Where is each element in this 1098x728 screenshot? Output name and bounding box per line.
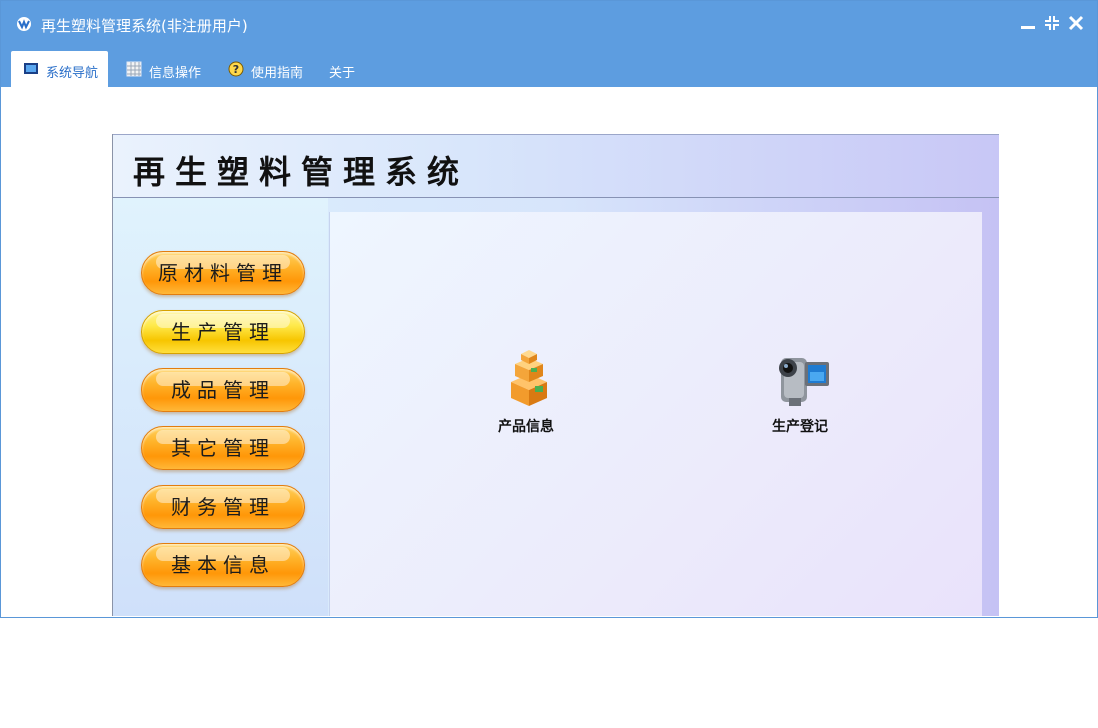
- tab-label: 系统导航: [46, 66, 99, 81]
- tab-info-operation[interactable]: 信息操作: [114, 51, 214, 87]
- content-area: 再生塑料管理系统 原材料管理 生产管理 成品管理 其它管理 财务管理 基本信息 …: [1, 87, 1097, 617]
- launcher-label: 生产登记: [772, 419, 828, 435]
- grid-icon: [126, 61, 142, 77]
- restore-icon[interactable]: [1043, 13, 1061, 33]
- menu-bar: 系统导航 信息操作 ? 使用指南 关于: [1, 45, 1097, 87]
- sidebar-item-label: 成品管理: [171, 378, 275, 402]
- workspace: 产品信息 生产登记: [329, 212, 982, 616]
- sidebar: 原材料管理 生产管理 成品管理 其它管理 财务管理 基本信息: [113, 198, 328, 616]
- sidebar-item-raw-materials[interactable]: 原材料管理: [141, 251, 305, 295]
- navigation-panel: 再生塑料管理系统 原材料管理 生产管理 成品管理 其它管理 财务管理 基本信息 …: [112, 134, 999, 616]
- sidebar-item-finance[interactable]: 财务管理: [141, 485, 305, 529]
- boxes-icon: [511, 350, 547, 406]
- sidebar-item-other[interactable]: 其它管理: [141, 426, 305, 470]
- title-bar[interactable]: 再生塑料管理系统(非注册用户): [1, 1, 1097, 45]
- monitor-icon: [24, 63, 38, 74]
- minimize-icon[interactable]: [1019, 13, 1037, 33]
- app-logo-icon: [17, 17, 31, 31]
- tab-label: 使用指南: [251, 66, 304, 81]
- app-window: 再生塑料管理系统(非注册用户) 系统导航 信息操作 ? 使用指南 关于 再生塑料…: [0, 0, 1098, 618]
- panel-body: 原材料管理 生产管理 成品管理 其它管理 财务管理 基本信息 产品信息 生产登记: [113, 198, 999, 616]
- tab-label: 信息操作: [149, 66, 202, 81]
- banner: 再生塑料管理系统: [113, 134, 999, 199]
- video-camera-icon: [779, 358, 829, 406]
- banner-title: 再生塑料管理系统: [133, 153, 470, 191]
- sidebar-item-label: 原材料管理: [158, 261, 288, 285]
- close-icon[interactable]: [1067, 13, 1085, 33]
- sidebar-item-label: 生产管理: [171, 320, 275, 344]
- sidebar-item-finished-goods[interactable]: 成品管理: [141, 368, 305, 412]
- help-icon: ?: [228, 61, 244, 77]
- tab-about[interactable]: 关于: [316, 51, 376, 87]
- window-title: 再生塑料管理系统(非注册用户): [41, 17, 248, 35]
- tab-system-navigation[interactable]: 系统导航: [11, 51, 108, 87]
- launcher-product-info[interactable]: 产品信息: [481, 346, 571, 446]
- sidebar-item-basic-info[interactable]: 基本信息: [141, 543, 305, 587]
- launcher-label: 产品信息: [498, 419, 554, 435]
- sidebar-item-label: 其它管理: [171, 436, 275, 460]
- tab-label: 关于: [329, 66, 356, 81]
- launcher-production-registration[interactable]: 生产登记: [755, 346, 845, 446]
- svg-text:?: ?: [233, 63, 239, 76]
- sidebar-item-label: 基本信息: [171, 553, 275, 577]
- tab-user-guide[interactable]: ? 使用指南: [216, 51, 316, 87]
- sidebar-item-label: 财务管理: [171, 495, 275, 519]
- sidebar-item-production[interactable]: 生产管理: [141, 310, 305, 354]
